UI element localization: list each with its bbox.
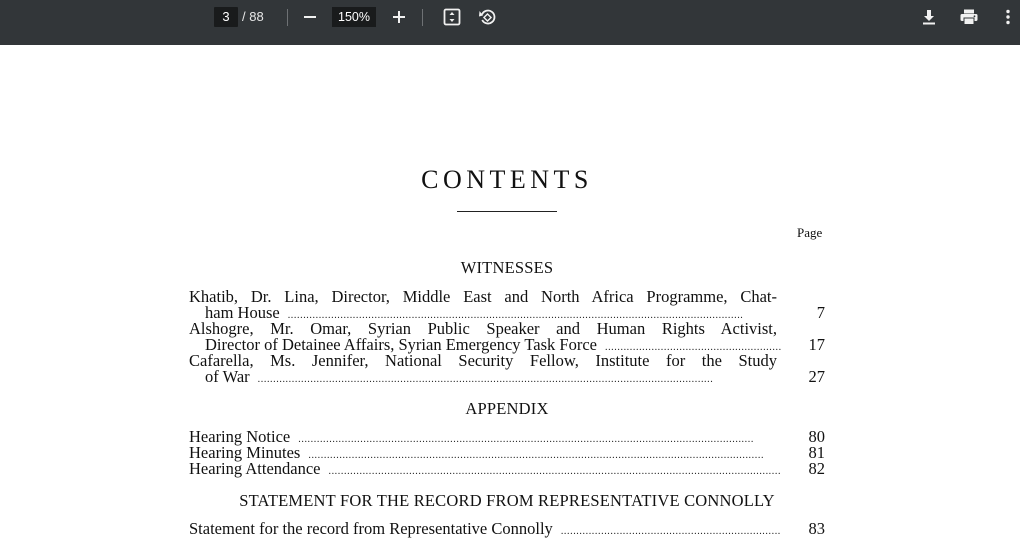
dot-leader: ........................................… xyxy=(257,374,714,385)
minus-icon xyxy=(304,16,316,18)
pdf-page: CONTENTS Page WITNESSES Khatib, Dr. Lina… xyxy=(0,45,1020,541)
download-button[interactable] xyxy=(917,6,941,28)
toc-page-number: 82 xyxy=(808,459,826,478)
pdf-toolbar: 3 / 88 150% xyxy=(0,0,1020,45)
toc-entry-text: Statement for the record from Representa… xyxy=(189,519,553,538)
section-heading-appendix: APPENDIX xyxy=(465,399,549,418)
print-button[interactable] xyxy=(957,6,981,28)
dot-leader: ........................................… xyxy=(560,526,781,537)
section-heading-statement: STATEMENT FOR THE RECORD FROM REPRESENTA… xyxy=(239,491,775,510)
toc-page-number: 7 xyxy=(816,303,825,322)
toc-entry[interactable]: Khatib, Dr. Lina, Director, Middle East … xyxy=(189,288,825,322)
toc-entry-text: of War xyxy=(205,367,250,386)
toc-entry[interactable]: Cafarella, Ms. Jennifer, National Securi… xyxy=(189,351,826,386)
rotate-icon xyxy=(479,9,496,25)
toolbar-divider xyxy=(422,9,423,26)
contents-title: CONTENTS xyxy=(421,165,593,194)
section-heading-witnesses: WITNESSES xyxy=(460,258,554,277)
fit-page-icon xyxy=(443,8,461,26)
dot-leader: ........................................… xyxy=(328,466,781,477)
toc-entry-text: Cafarella, Ms. Jennifer, National Securi… xyxy=(189,351,777,370)
page-number-input[interactable]: 3 xyxy=(214,7,238,27)
more-options-button[interactable] xyxy=(996,6,1020,28)
zoom-input[interactable]: 150% xyxy=(332,7,376,27)
zoom-out-button[interactable] xyxy=(298,6,322,28)
download-icon xyxy=(923,10,935,25)
toc-page-number: 83 xyxy=(808,519,826,538)
toc-entry[interactable]: Statement for the record from Representa… xyxy=(189,519,826,538)
title-rule xyxy=(457,211,557,212)
toc-entry[interactable]: Hearing Attendance......................… xyxy=(189,459,826,478)
page-column-header: Page xyxy=(797,225,823,240)
toc-entry-text: Hearing Attendance xyxy=(189,459,321,478)
toolbar-divider xyxy=(287,9,288,26)
toc-page-number: 17 xyxy=(808,335,826,354)
toc-entry[interactable]: Alshogre, Mr. Omar, Syrian Public Speake… xyxy=(189,320,826,354)
page-total: / 88 xyxy=(242,9,264,24)
zoom-in-button[interactable] xyxy=(387,6,411,28)
rotate-button[interactable] xyxy=(475,6,499,28)
fit-page-button[interactable] xyxy=(440,6,464,28)
toc-page-number: 27 xyxy=(808,367,826,386)
print-icon xyxy=(960,9,978,25)
more-vert-icon xyxy=(1006,9,1010,25)
plus-icon xyxy=(393,11,405,23)
